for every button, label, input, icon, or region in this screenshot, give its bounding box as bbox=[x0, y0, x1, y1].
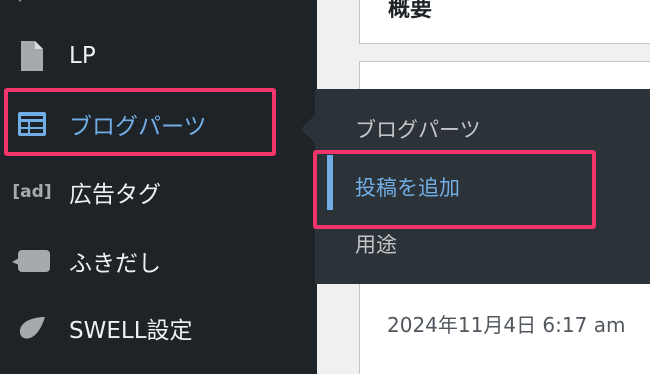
sidebar-item-label: 広告タグ bbox=[69, 182, 161, 208]
sidebar-item-swell-settings[interactable]: SWELL設定 bbox=[0, 297, 317, 359]
post-date: 2024年11月4日 6:17 am bbox=[387, 313, 626, 337]
overview-title: 概要 bbox=[388, 0, 433, 22]
highlight-box-blog-parts bbox=[4, 88, 276, 156]
overview-card: 概要 bbox=[359, 0, 650, 44]
sidebar-item-label: ふきだし bbox=[69, 251, 161, 277]
sidebar-item-label: SWELL設定 bbox=[69, 318, 193, 344]
highlight-box-add-new bbox=[313, 150, 596, 229]
ad-icon: [ad] bbox=[12, 182, 52, 202]
page-icon bbox=[12, 36, 52, 76]
sidebar-item-ad-tag[interactable]: [ad] 広告タグ bbox=[0, 161, 317, 223]
submenu-item-usage[interactable]: 用途 bbox=[355, 229, 397, 259]
speech-bubble-icon bbox=[12, 241, 52, 281]
sidebar-item-speech-bubble[interactable]: ふきだし bbox=[0, 230, 317, 292]
flyout-pointer bbox=[301, 115, 315, 143]
sidebar-item-label: LP bbox=[69, 43, 96, 69]
sidebar-item-lp[interactable]: LP bbox=[0, 25, 317, 87]
admin-sidebar: LP ブログパーツ [ad] 広告タグ ふきだし SWELL設定 bbox=[0, 0, 317, 374]
swell-drop-icon bbox=[12, 308, 52, 348]
collapsed-menu-arrow-icon bbox=[18, 0, 22, 2]
submenu-item-blog-parts[interactable]: ブログパーツ bbox=[355, 114, 481, 144]
